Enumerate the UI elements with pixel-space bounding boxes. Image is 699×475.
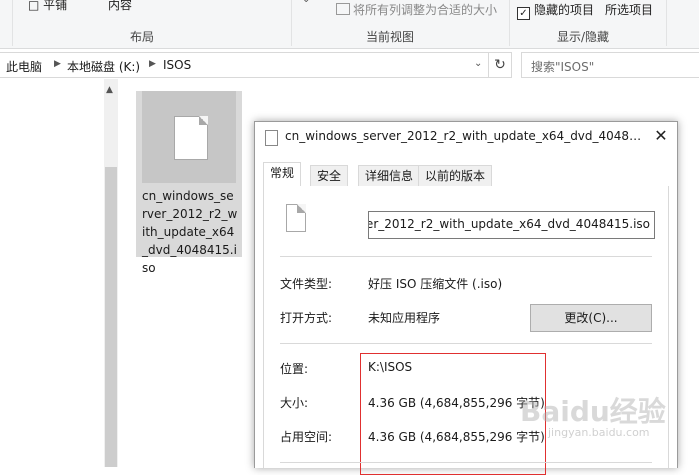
chevron-down-icon[interactable]: ⌄	[474, 58, 482, 69]
breadcrumb-local-disk[interactable]: 本地磁盘 (K:)	[67, 58, 140, 75]
file-type-value: 好压 ISO 压缩文件 (.iso)	[368, 277, 503, 291]
chevron-right-icon[interactable]: ▶	[149, 59, 156, 69]
size-columns-label: 将所有列调整为合适的大小	[353, 3, 498, 17]
checkbox-checked-icon[interactable]: ✓	[517, 7, 530, 20]
ribbon-group-show-hide: 显示/隐藏	[557, 30, 610, 44]
breadcrumb-this-pc[interactable]: 此电脑	[6, 58, 42, 75]
close-icon[interactable]: ✕	[651, 126, 671, 146]
opens-with-label: 打开方式:	[280, 311, 333, 325]
change-button[interactable]: 更改(C)...	[530, 304, 652, 332]
tab-details[interactable]: 详细信息	[358, 165, 421, 186]
file-name-value: erver_2012_r2_with_update_x64_dvd_404841…	[368, 217, 650, 231]
document-icon	[174, 116, 208, 160]
location-label: 位置:	[280, 362, 309, 376]
size-label: 大小:	[280, 396, 309, 410]
hidden-items-label: 隐藏的项目	[534, 3, 595, 17]
search-input[interactable]: 搜索"ISOS"	[531, 58, 594, 75]
selected-items-button[interactable]: 所选项目	[605, 1, 653, 18]
breadcrumb-isos[interactable]: ISOS	[163, 58, 191, 72]
tab-security[interactable]: 安全	[310, 165, 349, 186]
watermark-logo: Baidu经验	[520, 395, 666, 428]
tab-general[interactable]: 常规	[263, 162, 302, 187]
separator	[280, 256, 652, 257]
chevron-down-icon[interactable]: ⌄	[302, 0, 310, 5]
ribbon-tiles-option[interactable]: □ 平铺	[28, 0, 67, 13]
ribbon: □ 平铺 内容 布局 ⌄ 将所有列调整为合适的大小 当前视图 ✓ 隐藏的项目 所选…	[0, 0, 699, 49]
size-on-disk-label: 占用空间:	[280, 430, 333, 444]
dialog-titlebar[interactable]: cn_windows_server_2012_r2_with_update_x6…	[255, 122, 677, 152]
separator	[280, 462, 652, 463]
scrollbar-thumb[interactable]	[105, 167, 117, 467]
file-type-label: 文件类型:	[280, 277, 333, 291]
tab-strip: 常规 安全 详细信息 以前的版本	[263, 162, 669, 187]
watermark-url: jingyan.baidu.com	[548, 426, 650, 439]
file-name-label: cn_windows_server_2012_r2_with_update_x6…	[142, 189, 238, 275]
size-columns-icon	[336, 3, 350, 15]
ribbon-divider	[291, 0, 292, 46]
opens-with-value: 未知应用程序	[368, 311, 441, 325]
file-type-icon	[286, 204, 306, 232]
ribbon-content-option[interactable]: 内容	[108, 0, 132, 13]
size-columns-button[interactable]: 将所有列调整为合适的大小	[336, 1, 497, 18]
ribbon-divider	[666, 0, 667, 46]
scroll-up-icon[interactable]: ▲	[106, 85, 113, 95]
file-thumbnail	[142, 91, 236, 183]
separator	[280, 343, 652, 344]
ribbon-divider	[509, 0, 510, 46]
refresh-button[interactable]: ↻	[489, 52, 512, 78]
refresh-icon: ↻	[494, 57, 506, 73]
search-box[interactable]: 搜索"ISOS"	[521, 52, 699, 78]
dialog-title: cn_windows_server_2012_r2_with_update_x6…	[285, 129, 645, 143]
hidden-items-toggle[interactable]: ✓ 隐藏的项目	[517, 1, 594, 20]
highlight-box	[360, 353, 546, 475]
file-name-field[interactable]: erver_2012_r2_with_update_x64_dvd_404841…	[368, 211, 655, 239]
ribbon-divider	[12, 0, 13, 46]
tab-previous-versions[interactable]: 以前的版本	[418, 165, 493, 186]
ribbon-group-current-view: 当前视图	[366, 30, 415, 44]
address-bar-row: 此电脑 ▶ 本地磁盘 (K:) ▶ ISOS ⌄ ↻ 搜索"ISOS"	[0, 52, 699, 78]
ribbon-group-layout: 布局	[130, 30, 155, 44]
file-tile-selected[interactable]: cn_windows_server_2012_r2_with_update_x6…	[136, 91, 242, 275]
chevron-right-icon[interactable]: ▶	[54, 59, 61, 69]
address-bar[interactable]: 此电脑 ▶ 本地磁盘 (K:) ▶ ISOS ⌄	[0, 52, 489, 78]
file-icon	[265, 130, 278, 146]
